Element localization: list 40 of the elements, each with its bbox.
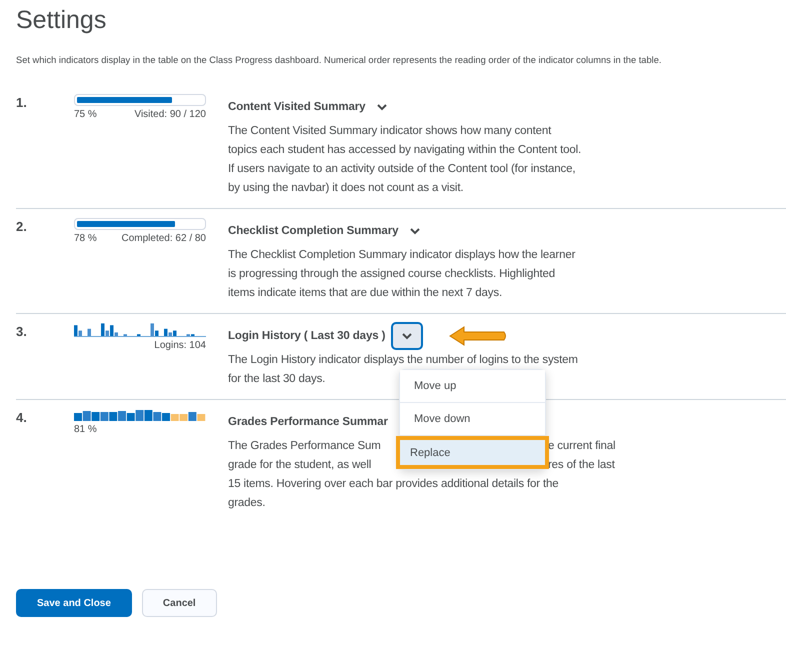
chevron-down-icon	[402, 332, 412, 340]
percent-label: 78 %	[74, 233, 97, 244]
description-text: for the last 30 days.	[228, 372, 326, 387]
menu-item[interactable]: Replace	[396, 436, 549, 469]
indicator-title: Login History ( Last 30 days )	[228, 330, 386, 342]
description-text: The Login History indicator displays the number of logins to the system	[228, 353, 578, 368]
arrow-icon	[448, 325, 508, 347]
indicator-title: Grades Performance Summar	[228, 416, 388, 428]
description-text: 15 items. Hovering over each bar provides additional details for the	[228, 477, 559, 492]
percent-label: 75 %	[74, 109, 97, 120]
description-text: is progressing through the assigned course checklists. Highlighted	[228, 267, 555, 282]
count-label: Completed: 62 / 80	[122, 233, 206, 244]
intro-text: Set which indicators display in the table on the Class Progress dashboard. Numerical order represents the reading order of the indicator columns in the table.	[16, 55, 662, 65]
description-text: The Grades Performance Sum	[228, 439, 381, 454]
save-button[interactable]: Save and Close	[16, 589, 132, 617]
menu-item[interactable]: Move down	[400, 403, 545, 436]
description-text: grades.	[228, 496, 266, 511]
indicator-title: Content Visited Summary	[228, 101, 366, 113]
chevron-down-icon	[377, 104, 388, 110]
chevron-down-icon	[410, 228, 420, 234]
cancel-button[interactable]: Cancel	[142, 589, 217, 617]
page-title: Settings	[16, 6, 108, 35]
count-label: Logins: 104	[154, 340, 206, 351]
percent-label: 81 %	[74, 424, 98, 435]
menu-item[interactable]: Move up	[400, 370, 545, 403]
description-text: If users navigate to an activity outside of the Content tool (for instance,	[228, 162, 576, 177]
description-text: The Content Visited Summary indicator shows how many content	[228, 124, 552, 139]
description-text: The Checklist Completion Summary indicator displays how the learner	[228, 248, 576, 263]
chevron-button[interactable]	[391, 322, 424, 350]
indicator-title: Checklist Completion Summary	[228, 225, 398, 237]
indicator-number: 1.	[16, 94, 28, 110]
indicator-number: 2.	[16, 218, 28, 234]
description-text: by using the navbar) it does not count as a visit.	[228, 181, 464, 196]
description-text: res of the last	[548, 458, 615, 473]
indicator-number: 4.	[16, 409, 28, 425]
description-text: items indicate items that are due within the next 7 days.	[228, 286, 502, 301]
description-text: grade for the student, as well	[228, 458, 372, 473]
description-text: topics each student has accessed by navigating within the Content tool.	[228, 143, 582, 158]
indicator-number: 3.	[16, 323, 28, 339]
count-label: Visited: 90 / 120	[134, 109, 206, 120]
